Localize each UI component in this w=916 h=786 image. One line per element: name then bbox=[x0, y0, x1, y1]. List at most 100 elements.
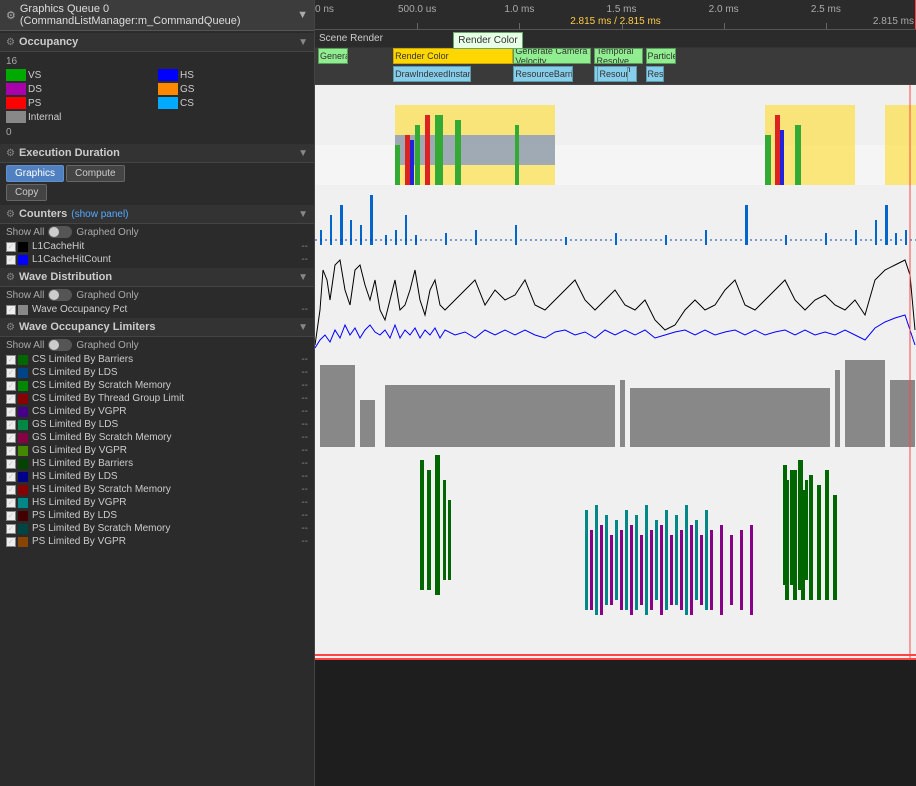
cmd-resource-barrier-2: ResourceBarrie bbox=[597, 66, 627, 82]
wave-dist-chart-area bbox=[315, 350, 916, 450]
wave-limiters-toggle[interactable] bbox=[48, 339, 72, 351]
counter-l1cachehit-row: ✓ L1CacheHit -- bbox=[0, 240, 314, 253]
toggle-knob bbox=[49, 227, 59, 237]
tick-line-5 bbox=[826, 23, 827, 29]
gs-lds-cb[interactable]: ✓ bbox=[6, 420, 16, 430]
cs-barriers-cb[interactable]: ✓ bbox=[6, 355, 16, 365]
tick-line-4 bbox=[724, 23, 725, 29]
ps-scratch-value: -- bbox=[301, 523, 308, 534]
cs-threadgroup-cb[interactable]: ✓ bbox=[6, 394, 16, 404]
cs-scratch-cb[interactable]: ✓ bbox=[6, 381, 16, 391]
wave-dist-toggle[interactable] bbox=[48, 289, 72, 301]
counters-chart-area bbox=[315, 250, 916, 350]
hs-barriers-cb[interactable]: ✓ bbox=[6, 459, 16, 469]
gs-vgpr-value: -- bbox=[301, 445, 308, 456]
ps-scratch-row: ✓ PS Limited By Scratch Memory -- bbox=[0, 522, 314, 535]
hs-scratch-row: ✓ HS Limited By Scratch Memory -- bbox=[0, 483, 314, 496]
hs-vgpr-value: -- bbox=[301, 497, 308, 508]
gs-scratch-cb[interactable]: ✓ bbox=[6, 433, 16, 443]
cs-lds-label: CS Limited By LDS bbox=[32, 367, 299, 378]
occupancy-min-label: 0 bbox=[6, 127, 308, 138]
l1cachehit-swatch bbox=[18, 242, 28, 252]
wave-limiters-chart-area bbox=[315, 450, 916, 660]
hs-scratch-cb[interactable]: ✓ bbox=[6, 485, 16, 495]
wave-limiters-section-header[interactable]: ⚙ Wave Occupancy Limiters ▼ bbox=[0, 318, 314, 337]
occupancy-legend: VS HS DS GS PS bbox=[6, 69, 308, 123]
counters-graphed-only-label: Graphed Only bbox=[76, 227, 138, 238]
ds-swatch bbox=[6, 83, 26, 95]
wave-occ-pct-checkbox[interactable]: ✓ bbox=[6, 305, 16, 315]
hs-lds-cb[interactable]: ✓ bbox=[6, 472, 16, 482]
l1cachehit-label: L1CacheHit bbox=[32, 241, 299, 252]
occ-ds: DS bbox=[6, 83, 156, 95]
gs-swatch bbox=[158, 83, 178, 95]
wave-dist-toggle-row: Show All Graphed Only bbox=[0, 287, 314, 303]
render-color-tooltip: Render Color bbox=[453, 32, 522, 49]
ps-lds-cb[interactable]: ✓ bbox=[6, 511, 16, 521]
cs-barriers-label: CS Limited By Barriers bbox=[32, 354, 299, 365]
hs-lds-row: ✓ HS Limited By LDS -- bbox=[0, 470, 314, 483]
tick-0ns: 0 ns bbox=[315, 4, 334, 15]
hs-vgpr-cb[interactable]: ✓ bbox=[6, 498, 16, 508]
compute-button[interactable]: Compute bbox=[66, 165, 125, 182]
left-panel: ⚙ Graphics Queue 0 (CommandListManager:m… bbox=[0, 0, 315, 786]
occupancy-section-header[interactable]: ⚙ Occupancy ▼ bbox=[0, 33, 314, 52]
gs-vgpr-row: ✓ GS Limited By VGPR -- bbox=[0, 444, 314, 457]
show-panel-link[interactable]: (show panel) bbox=[71, 209, 128, 220]
ps-scratch-label: PS Limited By Scratch Memory bbox=[32, 523, 299, 534]
wave-limiters-toggle-knob bbox=[49, 340, 59, 350]
cs-barriers-row: ✓ CS Limited By Barriers -- bbox=[0, 353, 314, 366]
cs-threadgroup-row: ✓ CS Limited By Thread Group Limit -- bbox=[0, 392, 314, 405]
wave-dist-title: Wave Distribution bbox=[19, 271, 112, 283]
ps-lds-row: ✓ PS Limited By LDS -- bbox=[0, 509, 314, 522]
ps-scratch-swatch bbox=[18, 524, 28, 534]
counters-toggle-row: Show All Graphed Only bbox=[0, 224, 314, 240]
cs-barriers-swatch bbox=[18, 355, 28, 365]
gs-label: GS bbox=[180, 84, 194, 95]
l1cachehitcount-checkbox[interactable]: ✓ bbox=[6, 255, 16, 265]
copy-button[interactable]: Copy bbox=[6, 184, 47, 201]
gs-lds-swatch bbox=[18, 420, 28, 430]
exec-btn-group2: Copy bbox=[0, 184, 314, 203]
occupancy-gear-icon: ⚙ bbox=[6, 37, 15, 48]
ps-vgpr-row: ✓ PS Limited By VGPR -- bbox=[0, 535, 314, 548]
graphics-queue-header[interactable]: ⚙ Graphics Queue 0 (CommandListManager:m… bbox=[0, 0, 314, 31]
gs-scratch-label: GS Limited By Scratch Memory bbox=[32, 432, 299, 443]
cs-vgpr-cb[interactable]: ✓ bbox=[6, 407, 16, 417]
wave-dist-toggle-knob bbox=[49, 290, 59, 300]
wave-limiters-title: Wave Occupancy Limiters bbox=[19, 321, 156, 333]
occupancy-max-label: 16 bbox=[6, 56, 308, 67]
cs-threadgroup-swatch bbox=[18, 394, 28, 404]
wave-limiters-svg bbox=[315, 450, 916, 660]
gs-vgpr-cb[interactable]: ✓ bbox=[6, 446, 16, 456]
scene-render-bar: Scene Render bbox=[315, 30, 916, 48]
wave-occ-pct-row: ✓ Wave Occupancy Pct -- bbox=[0, 303, 314, 316]
counters-toggle[interactable] bbox=[48, 226, 72, 238]
wave-limiters-collapse-icon: ▼ bbox=[298, 322, 308, 333]
scene-render-area: Scene Render Generat Render Color Genera… bbox=[315, 30, 916, 85]
l1cachehit-checkbox[interactable]: ✓ bbox=[6, 242, 16, 252]
cs-vgpr-row: ✓ CS Limited By VGPR -- bbox=[0, 405, 314, 418]
wave-occ-pct-value: -- bbox=[301, 304, 308, 315]
ps-scratch-cb[interactable]: ✓ bbox=[6, 524, 16, 534]
ps-vgpr-cb[interactable]: ✓ bbox=[6, 537, 16, 547]
tick-25ms: 2.5 ms bbox=[811, 4, 841, 15]
hs-scratch-swatch bbox=[18, 485, 28, 495]
occ-ps: PS bbox=[6, 97, 156, 109]
l1cachehitcount-swatch bbox=[18, 255, 28, 265]
gs-lds-label: GS Limited By LDS bbox=[32, 419, 299, 430]
counters-section-header[interactable]: ⚙ Counters (show panel) ▼ bbox=[0, 205, 314, 224]
cs-scratch-swatch bbox=[18, 381, 28, 391]
occupancy-svg bbox=[315, 85, 916, 185]
cs-scratch-value: -- bbox=[301, 380, 308, 391]
wave-dist-gear-icon: ⚙ bbox=[6, 272, 15, 283]
graphics-button[interactable]: Graphics bbox=[6, 165, 64, 182]
cs-lds-swatch bbox=[18, 368, 28, 378]
exec-duration-header[interactable]: ⚙ Execution Duration ▼ bbox=[0, 144, 314, 163]
cs-lds-cb[interactable]: ✓ bbox=[6, 368, 16, 378]
wave-dist-section-header[interactable]: ⚙ Wave Distribution ▼ bbox=[0, 268, 314, 287]
occ-vs: VS bbox=[6, 69, 156, 81]
ps-label: PS bbox=[28, 98, 41, 109]
cs-scratch-row: ✓ CS Limited By Scratch Memory -- bbox=[0, 379, 314, 392]
gs-vgpr-label: GS Limited By VGPR bbox=[32, 445, 299, 456]
